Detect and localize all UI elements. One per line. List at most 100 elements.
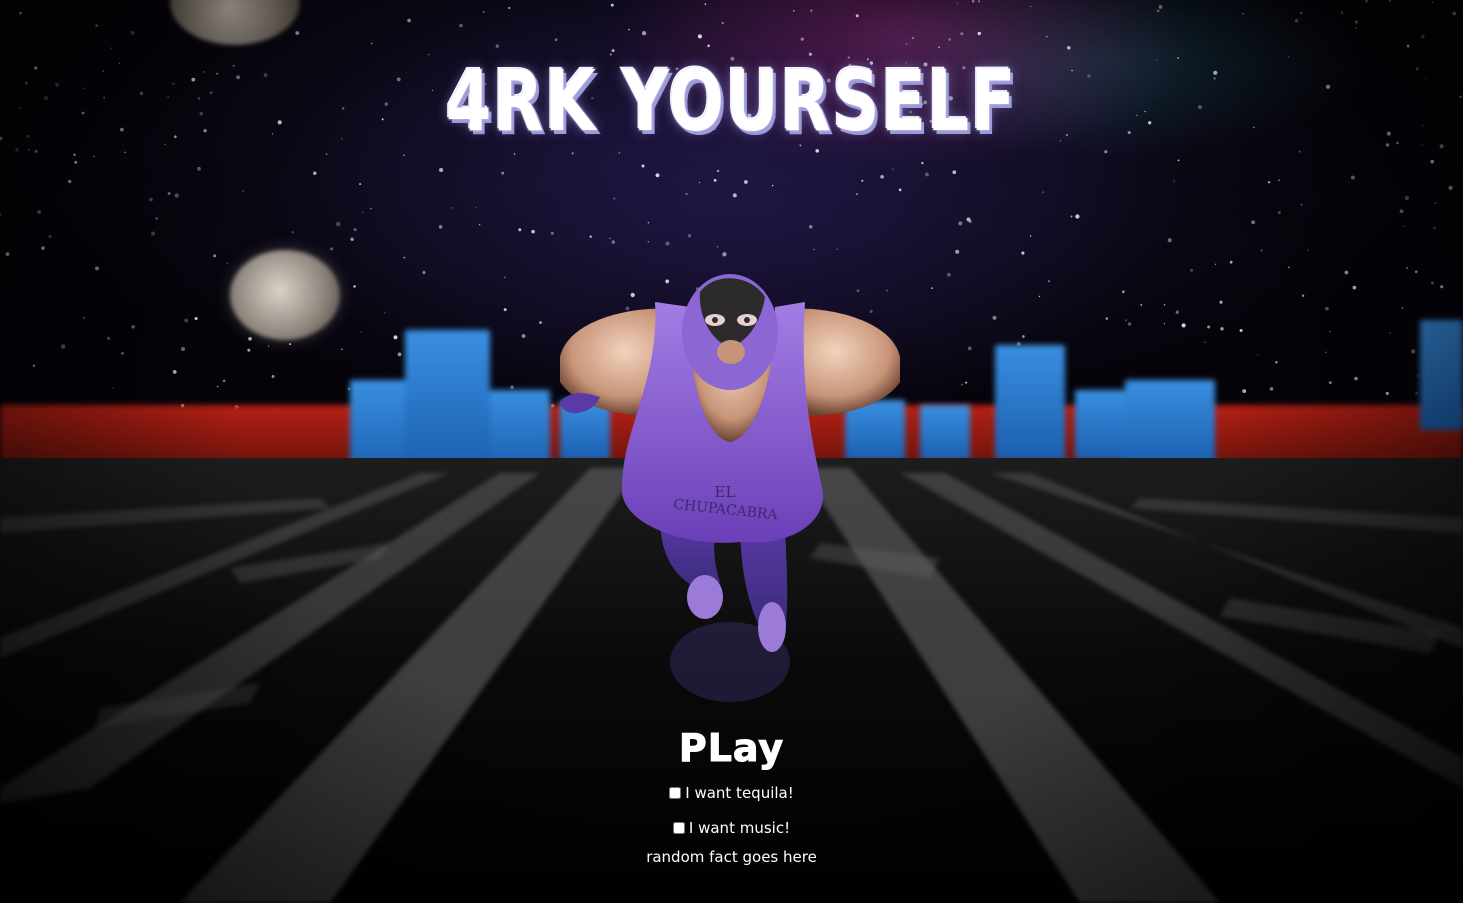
arena-banner [405, 330, 490, 470]
star [611, 240, 615, 244]
star [641, 164, 645, 168]
star [41, 246, 45, 250]
music-option-label: I want music! [688, 819, 791, 837]
star [1287, 266, 1290, 269]
star [501, 171, 505, 175]
star [1354, 20, 1359, 24]
star [73, 153, 76, 156]
star [1431, 1, 1434, 4]
star [898, 188, 902, 192]
star [82, 87, 85, 90]
star [647, 241, 649, 243]
star [48, 235, 52, 239]
star [813, 248, 815, 251]
star [1434, 202, 1437, 204]
star [0, 213, 2, 216]
star [1177, 159, 1180, 162]
star [24, 81, 28, 85]
star [880, 174, 884, 179]
star [956, 2, 959, 5]
star [1421, 124, 1424, 127]
star [687, 234, 692, 238]
star [1459, 95, 1462, 99]
star [1214, 263, 1217, 265]
star [1404, 195, 1410, 201]
star [810, 9, 813, 12]
star [5, 252, 10, 256]
arena-banner [1075, 390, 1125, 460]
star [613, 197, 616, 200]
star [474, 206, 477, 209]
star [1344, 270, 1349, 275]
star [1029, 5, 1032, 8]
star [1301, 294, 1305, 297]
star [968, 219, 972, 223]
star [1406, 44, 1410, 48]
star [698, 181, 701, 184]
game-title: 4RK YOURSELF [445, 51, 1018, 152]
star [174, 193, 179, 198]
star [891, 168, 894, 170]
star [977, 31, 981, 36]
music-option[interactable]: I want music! [0, 819, 1463, 837]
star [1175, 310, 1179, 314]
star [483, 11, 485, 13]
star [197, 166, 201, 171]
star [971, 0, 975, 3]
star [608, 237, 611, 240]
star [19, 11, 22, 15]
star [1452, 11, 1457, 16]
star [665, 241, 670, 246]
star [800, 37, 804, 41]
star [95, 24, 98, 27]
music-checkbox[interactable] [672, 822, 685, 834]
star [531, 229, 535, 234]
star [504, 276, 506, 279]
star [707, 44, 710, 48]
star [1415, 67, 1419, 71]
tequila-option[interactable]: I want tequila! [0, 784, 1463, 802]
star [1399, 209, 1404, 214]
star [149, 197, 153, 202]
star [43, 96, 48, 101]
star [1448, 185, 1453, 191]
star [808, 224, 813, 229]
star [647, 222, 650, 224]
star [1350, 175, 1355, 180]
star [930, 287, 933, 290]
star [1173, 180, 1175, 183]
star [1325, 84, 1331, 89]
star [130, 30, 135, 35]
star [1190, 268, 1194, 272]
star [102, 70, 104, 72]
star [350, 237, 354, 241]
star [353, 228, 357, 232]
star [1298, 150, 1301, 153]
star [1388, 0, 1391, 2]
play-button[interactable]: PLay [678, 722, 784, 774]
star [422, 271, 426, 274]
star [960, 32, 964, 36]
star [330, 247, 334, 251]
star [905, 43, 908, 45]
star [103, 96, 105, 99]
game-scene: EL CHUPACABRA 4RK YOURSELF PLay I want t… [0, 0, 1463, 903]
star [554, 38, 558, 42]
star [34, 149, 38, 153]
star [722, 252, 727, 257]
star [721, 21, 724, 24]
star [26, 134, 30, 138]
star [1260, 249, 1263, 252]
star [1066, 45, 1071, 50]
star [1251, 220, 1255, 225]
tequila-checkbox[interactable] [669, 787, 682, 799]
star [81, 111, 85, 115]
star [1267, 180, 1271, 184]
star [1104, 150, 1108, 154]
star [792, 9, 795, 12]
star [1277, 210, 1281, 215]
star [1439, 144, 1444, 149]
star [1365, 0, 1368, 3]
star [242, 190, 245, 192]
star [1340, 11, 1344, 14]
